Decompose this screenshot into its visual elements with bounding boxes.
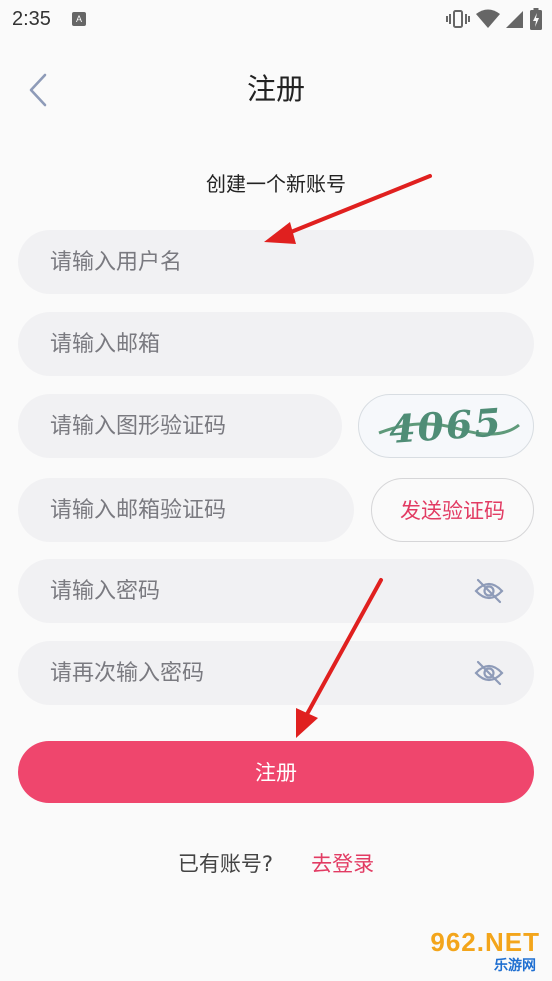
watermark-logo: 962.NET 乐游网 (410, 927, 544, 975)
login-row: 已有账号? 去登录 (0, 848, 552, 878)
email-field (18, 312, 534, 376)
vibrate-icon (446, 10, 470, 28)
username-input[interactable] (50, 249, 534, 275)
page-title: 注册 (246, 72, 305, 106)
captcha-text: 4065 (387, 399, 504, 452)
register-button[interactable]: 注册 (18, 741, 534, 803)
email-code-input[interactable] (50, 497, 354, 523)
register-screen: 2:35 A 注册 创建一个新账号 请输入用户名 请输入邮箱 请输入图形验证码 … (0, 0, 552, 981)
watermark-main: 962.NET (430, 927, 540, 957)
password-field (18, 559, 534, 623)
eye-off-icon[interactable] (474, 577, 504, 605)
annotation-arrowhead-bottom (296, 708, 318, 738)
email-input[interactable] (50, 331, 534, 357)
status-time: 2:35 (12, 8, 51, 30)
password-input[interactable] (50, 578, 534, 604)
have-account-label: 已有账号? (177, 852, 274, 876)
notification-badge-icon: A (72, 12, 86, 26)
eye-off-icon[interactable] (474, 659, 504, 687)
captcha-field (18, 394, 342, 458)
confirm-password-input[interactable] (50, 660, 534, 686)
battery-icon (530, 8, 542, 30)
status-bar: 2:35 A (0, 0, 552, 40)
signal-icon (506, 11, 523, 28)
watermark-sub: 乐游网 (494, 958, 536, 974)
wifi-icon (476, 9, 500, 28)
subtitle: 创建一个新账号 (206, 172, 346, 196)
captcha-image[interactable]: 4065 (358, 394, 534, 458)
username-field (18, 230, 534, 294)
send-code-button[interactable]: 发送验证码 (371, 478, 534, 542)
captcha-input[interactable] (50, 413, 342, 439)
login-link[interactable]: 去登录 (311, 848, 374, 878)
email-code-field (18, 478, 354, 542)
status-icons (446, 8, 542, 30)
confirm-password-field (18, 641, 534, 705)
